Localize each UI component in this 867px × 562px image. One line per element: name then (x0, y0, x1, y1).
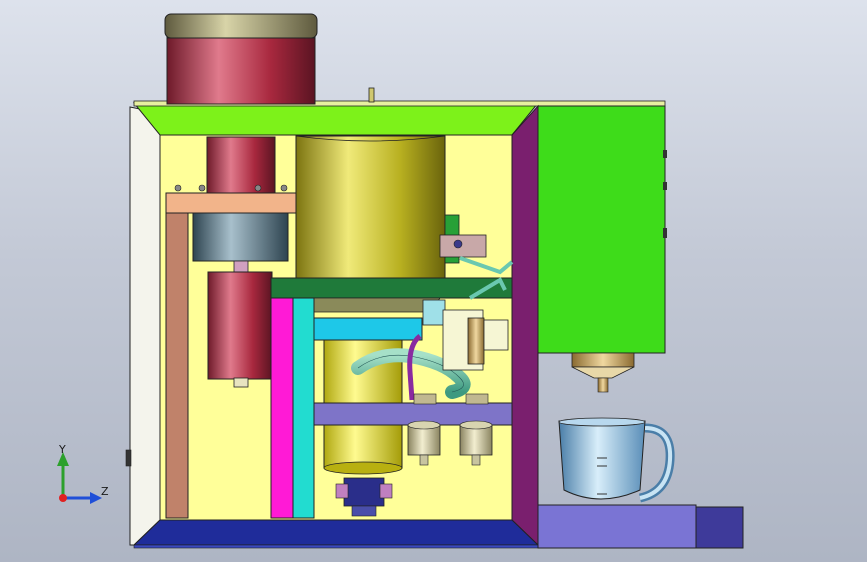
magenta-post[interactable] (270, 297, 294, 519)
cyan-post[interactable] (292, 297, 315, 519)
mount-bracket[interactable] (165, 192, 297, 214)
triad-y-label: Y (59, 443, 66, 456)
motor-cap[interactable] (164, 13, 318, 39)
machine-model[interactable] (0, 0, 867, 562)
top-post (368, 87, 375, 103)
side-latch[interactable] (125, 449, 132, 467)
housing-base[interactable] (132, 519, 540, 546)
axis-triad (57, 452, 102, 504)
front-panel[interactable] (537, 105, 667, 354)
dispense-spout[interactable] (571, 352, 635, 393)
lower-motor[interactable] (207, 271, 273, 380)
top-motor[interactable] (164, 13, 318, 105)
boiler-tank[interactable] (295, 135, 446, 283)
housing-top-frame[interactable] (132, 102, 540, 136)
drip-tray[interactable] (537, 504, 744, 549)
motor-body[interactable] (166, 35, 316, 105)
triad-origin (59, 494, 67, 502)
cad-viewport[interactable]: Y Z (0, 0, 867, 562)
tank-top-plate[interactable] (313, 317, 423, 341)
boiler-flange (299, 297, 441, 313)
housing-left-wall[interactable] (129, 106, 161, 546)
pump-housing[interactable] (192, 212, 289, 262)
upper-motor-shaft[interactable] (206, 136, 276, 195)
housing-side-panel[interactable] (511, 104, 539, 547)
left-support-bar[interactable] (165, 212, 189, 519)
triad-z-label: Z (101, 485, 109, 498)
boiler-body[interactable] (295, 135, 446, 279)
coffee-cup[interactable] (558, 417, 675, 503)
